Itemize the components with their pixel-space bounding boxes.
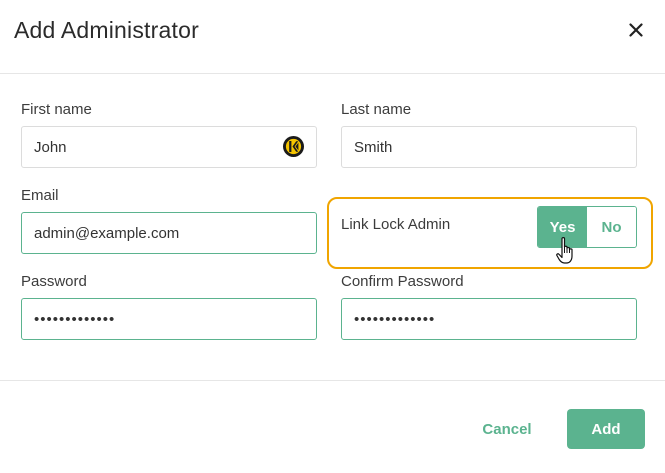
first-name-input[interactable] xyxy=(21,126,317,168)
add-button[interactable]: Add xyxy=(567,409,645,449)
first-name-label: First name xyxy=(21,101,92,118)
password-input[interactable] xyxy=(21,298,317,340)
link-lock-admin-label: Link Lock Admin xyxy=(341,216,451,233)
keeper-logo-icon[interactable] xyxy=(283,136,304,157)
last-name-label: Last name xyxy=(341,101,412,118)
close-button[interactable] xyxy=(624,18,648,42)
confirm-password-input[interactable] xyxy=(341,298,637,340)
footer-divider xyxy=(0,380,665,381)
toggle-no-option[interactable]: No xyxy=(587,207,636,247)
hand-pointer-icon xyxy=(556,237,573,264)
last-name-input[interactable] xyxy=(341,126,637,168)
email-input[interactable] xyxy=(21,212,317,254)
dialog-header: Add Administrator xyxy=(0,0,665,74)
link-lock-admin-toggle[interactable]: Yes No xyxy=(537,206,637,248)
dialog-title: Add Administrator xyxy=(14,17,199,43)
cancel-button[interactable]: Cancel xyxy=(470,409,544,449)
email-label: Email xyxy=(21,187,59,204)
close-icon xyxy=(629,23,643,37)
password-label: Password xyxy=(21,273,87,290)
confirm-password-label: Confirm Password xyxy=(341,273,464,290)
